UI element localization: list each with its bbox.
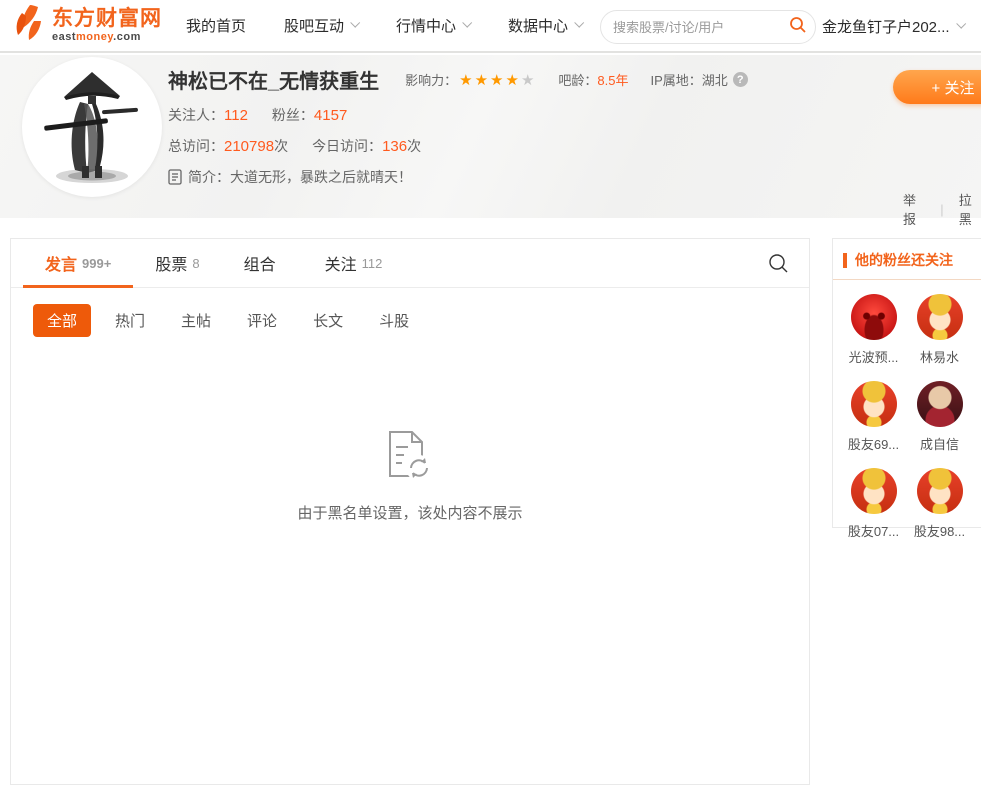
follower-name[interactable]: 股友69... bbox=[847, 434, 900, 453]
filter-hot[interactable]: 热门 bbox=[115, 310, 145, 331]
follower-name[interactable]: 林易水 bbox=[913, 347, 966, 366]
bio-label: 简介： bbox=[188, 167, 230, 187]
chevron-down-icon bbox=[956, 19, 966, 29]
nav-item-guba[interactable]: 股吧互动 bbox=[284, 15, 358, 36]
follower-name[interactable]: 光波预... bbox=[847, 347, 900, 366]
sidebar-title: 他的粉丝还关注 bbox=[855, 250, 953, 270]
follower-avatar[interactable] bbox=[917, 468, 963, 514]
follower-name[interactable]: 股友07... bbox=[847, 521, 900, 540]
profile-row-bio: 简介： 大道无形，暴跌之后就晴天！ bbox=[168, 167, 748, 187]
profile-info: 神松已不在_无情获重生 影响力： ★★★★★ 吧龄： 8.5年 IP属地：湖北 … bbox=[168, 65, 748, 187]
chevron-down-icon bbox=[462, 18, 472, 28]
help-icon[interactable]: ? bbox=[733, 72, 748, 87]
profile-avatar[interactable] bbox=[22, 57, 162, 197]
user-account-menu[interactable]: 金龙鱼钉子户202... bbox=[822, 0, 964, 53]
empty-state: 由于黑名单设置，该处内容不展示 bbox=[11, 429, 809, 523]
eastmoney-logo[interactable]: 东方财富网 eastmoney.com bbox=[10, 3, 162, 48]
tab-portfolio[interactable]: 组合 bbox=[222, 239, 303, 287]
follower-avatar[interactable] bbox=[917, 381, 963, 427]
following-label: 关注人： bbox=[168, 105, 224, 125]
logo-text: 东方财富网 eastmoney.com bbox=[52, 8, 162, 42]
tab-following[interactable]: 关注112 bbox=[303, 239, 405, 287]
nav-item-quotes[interactable]: 行情中心 bbox=[396, 15, 470, 36]
today-visits-count: 136 bbox=[382, 138, 407, 155]
bar-age-value: 8.5年 bbox=[597, 70, 628, 89]
bio-document-icon bbox=[168, 169, 182, 185]
search-box[interactable] bbox=[600, 10, 816, 44]
logo-subtitle: eastmoney.com bbox=[52, 31, 162, 43]
follower-item[interactable]: 林易水 bbox=[913, 294, 966, 366]
profile-username: 神松已不在_无情获重生 bbox=[168, 65, 379, 94]
follower-item[interactable]: 股友07... bbox=[847, 468, 900, 540]
follower-item[interactable]: 股友98... bbox=[913, 468, 966, 540]
influence-label: 影响力： bbox=[405, 70, 457, 89]
follower-item[interactable]: 股友69... bbox=[847, 381, 900, 453]
filter-comments[interactable]: 评论 bbox=[247, 310, 277, 331]
today-visits-label: 今日访问： bbox=[312, 136, 382, 156]
total-visits-unit: 次 bbox=[274, 136, 288, 156]
follow-button[interactable]: + 关注 bbox=[893, 70, 981, 104]
profile-row-follow-stats: 关注人： 112 粉丝： 4157 bbox=[168, 105, 748, 125]
empty-document-sync-icon bbox=[384, 472, 436, 489]
top-navbar: 东方财富网 eastmoney.com 我的首页 股吧互动 行情中心 数据中心 … bbox=[0, 0, 981, 53]
fans-count[interactable]: 4157 bbox=[314, 107, 347, 124]
filter-all[interactable]: 全部 bbox=[33, 304, 91, 337]
filter-articles[interactable]: 长文 bbox=[313, 310, 343, 331]
filter-threads[interactable]: 主帖 bbox=[181, 310, 211, 331]
profile-row-visit-stats: 总访问： 210798 次 今日访问： 136 次 bbox=[168, 136, 748, 156]
report-link[interactable]: 举报 bbox=[903, 190, 925, 228]
bar-age-label: 吧龄： bbox=[558, 70, 597, 89]
follower-item[interactable]: 光波预... bbox=[847, 294, 900, 366]
accent-bar bbox=[843, 253, 847, 268]
profile-row-identity: 神松已不在_无情获重生 影响力： ★★★★★ 吧龄： 8.5年 IP属地：湖北 … bbox=[168, 65, 748, 94]
influence-stars: ★★★★★ bbox=[459, 71, 536, 89]
total-visits-label: 总访问： bbox=[168, 136, 224, 156]
following-count[interactable]: 112 bbox=[224, 107, 248, 124]
follower-item[interactable]: 成自信 bbox=[913, 381, 966, 453]
divider: | bbox=[940, 202, 943, 217]
empty-state-message: 由于黑名单设置，该处内容不展示 bbox=[11, 502, 809, 523]
follower-name[interactable]: 成自信 bbox=[913, 434, 966, 453]
bio-text: 大道无形，暴跌之后就晴天！ bbox=[230, 167, 412, 187]
tab-bar: 发言999+ 股票8 组合 关注112 bbox=[11, 239, 809, 288]
filter-bar: 全部 热门 主帖 评论 长文 斗股 bbox=[33, 304, 809, 337]
follower-avatar[interactable] bbox=[851, 468, 897, 514]
content-card: 发言999+ 股票8 组合 关注112 全部 热门 主帖 评论 长文 斗股 bbox=[10, 238, 810, 785]
nav-menu: 我的首页 股吧互动 行情中心 数据中心 bbox=[186, 15, 620, 36]
nav-item-data[interactable]: 数据中心 bbox=[508, 15, 582, 36]
follower-name[interactable]: 股友98... bbox=[913, 521, 966, 540]
filter-battle[interactable]: 斗股 bbox=[379, 310, 409, 331]
logo-title: 东方财富网 bbox=[52, 8, 162, 30]
followers-also-follow-card: 他的粉丝还关注 光波预... 林易水 西秦大... 股友69... 成自信 bbox=[832, 238, 981, 528]
follower-avatar[interactable] bbox=[851, 381, 897, 427]
tab-stocks[interactable]: 股票8 bbox=[133, 239, 221, 287]
fans-label: 粉丝： bbox=[272, 105, 314, 125]
sidebar-header: 他的粉丝还关注 bbox=[833, 239, 981, 280]
followers-grid: 光波预... 林易水 西秦大... 股友69... 成自信 一览... bbox=[833, 280, 981, 540]
profile-banner: 神松已不在_无情获重生 影响力： ★★★★★ 吧龄： 8.5年 IP属地：湖北 … bbox=[0, 55, 981, 218]
chevron-down-icon bbox=[350, 18, 360, 28]
chevron-down-icon bbox=[574, 18, 584, 28]
ip-location: IP属地：湖北 ? bbox=[651, 70, 748, 89]
page: 东方财富网 eastmoney.com 我的首页 股吧互动 行情中心 数据中心 … bbox=[0, 0, 981, 793]
block-link[interactable]: 拉黑 bbox=[959, 190, 981, 228]
eastmoney-flame-icon bbox=[10, 3, 48, 48]
tab-posts[interactable]: 发言999+ bbox=[23, 239, 133, 287]
tab-search-icon[interactable] bbox=[768, 253, 789, 279]
follower-avatar[interactable] bbox=[851, 294, 897, 340]
search-input[interactable] bbox=[613, 20, 789, 35]
follower-avatar[interactable] bbox=[917, 294, 963, 340]
nav-item-home[interactable]: 我的首页 bbox=[186, 15, 246, 36]
report-block-actions: 举报 | 拉黑 bbox=[903, 190, 981, 228]
ink-swordsman-image bbox=[40, 66, 144, 188]
search-icon[interactable] bbox=[789, 16, 807, 39]
total-visits-count: 210798 bbox=[224, 138, 274, 155]
today-visits-unit: 次 bbox=[407, 136, 421, 156]
